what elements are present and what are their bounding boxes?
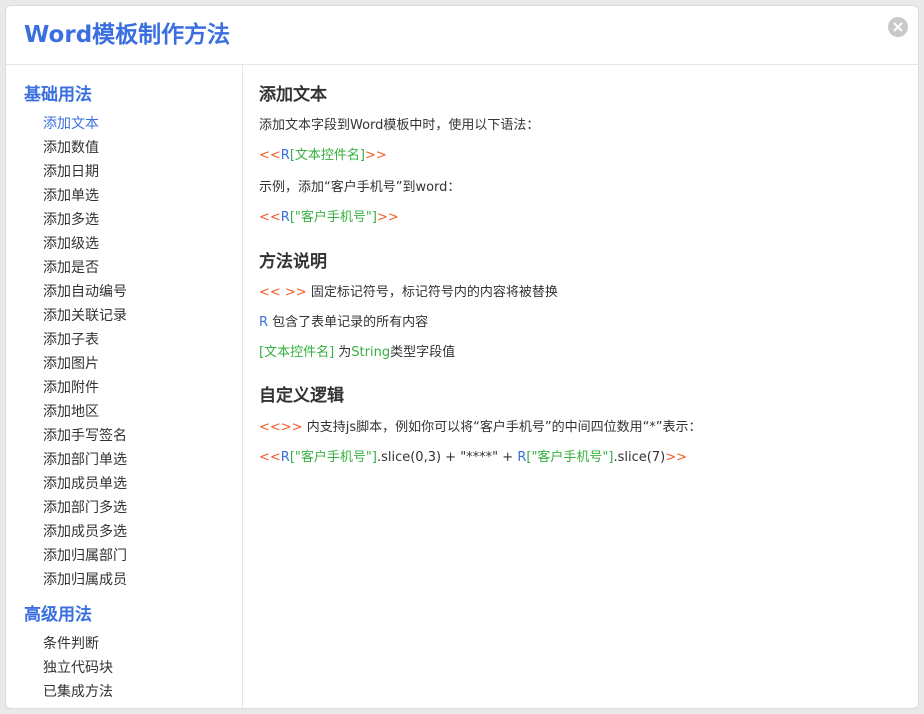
method-line-markers: << >> 固定标记符号，标记符号内的内容将被替换 [259,285,558,300]
word-template-dialog: Word模板制作方法 基础用法 添加文本 添加数值 添加日期 添加单选 添加多选… [5,5,919,709]
sidebar-item-add-subtable[interactable]: 添加子表 [43,330,99,350]
content-panel: 添加文本 添加文本字段到Word模板中时，使用以下语法： <<R[文本控件名]>… [243,65,918,708]
sidebar-item-add-related-record[interactable]: 添加关联记录 [43,306,127,326]
sidebar-item-add-text[interactable]: 添加文本 [43,114,99,134]
method-line-field: [文本控件名] 为String类型字段值 [259,345,456,360]
sidebar-item-add-dept-multi[interactable]: 添加部门多选 [43,498,127,518]
sidebar: 基础用法 添加文本 添加数值 添加日期 添加单选 添加多选 添加级选 添加是否 … [6,65,243,708]
sidebar-item-add-number[interactable]: 添加数值 [43,138,99,158]
sidebar-item-add-owner-dept[interactable]: 添加归属部门 [43,546,127,566]
section-title-add-text: 添加文本 [259,85,327,105]
sidebar-item-add-signature[interactable]: 添加手写签名 [43,426,127,446]
sidebar-section-advanced: 高级用法 [24,605,92,625]
dialog-header: Word模板制作方法 [6,6,918,65]
sidebar-item-add-multi-select[interactable]: 添加多选 [43,210,99,230]
section-title-custom-logic: 自定义逻辑 [259,386,344,406]
sidebar-item-add-owner-member[interactable]: 添加归属成员 [43,570,127,590]
example-description: 示例，添加“客户手机号”到word： [259,180,461,195]
dialog-title: Word模板制作方法 [24,22,231,48]
section-description: 添加文本字段到Word模板中时，使用以下语法： [259,118,540,133]
sidebar-item-add-member-single[interactable]: 添加成员单选 [43,474,127,494]
sidebar-item-add-attachment[interactable]: 添加附件 [43,378,99,398]
sidebar-item-add-auto-number[interactable]: 添加自动编号 [43,282,127,302]
close-icon [893,22,903,32]
section-title-method: 方法说明 [259,252,327,272]
custom-logic-description: <<>> 内支持js脚本，例如你可以将“客户手机号”的中间四位数用“*”表示： [259,420,702,435]
sidebar-item-add-cascade-select[interactable]: 添加级选 [43,234,99,254]
syntax-code: <<R[文本控件名]>> [259,148,387,163]
sidebar-item-add-yes-no[interactable]: 添加是否 [43,258,99,278]
sidebar-section-basic: 基础用法 [24,85,92,105]
sidebar-item-code-block[interactable]: 独立代码块 [43,658,113,678]
sidebar-item-condition[interactable]: 条件判断 [43,634,99,654]
custom-logic-code: <<R["客户手机号"].slice(0,3) + "****" + R["客户… [259,450,687,465]
example-code: <<R["客户手机号"]>> [259,210,399,225]
sidebar-item-add-region[interactable]: 添加地区 [43,402,99,422]
method-line-record: R 包含了表单记录的所有内容 [259,315,429,330]
sidebar-item-add-member-multi[interactable]: 添加成员多选 [43,522,127,542]
dialog-body: 基础用法 添加文本 添加数值 添加日期 添加单选 添加多选 添加级选 添加是否 … [6,65,918,708]
sidebar-item-add-date[interactable]: 添加日期 [43,162,99,182]
sidebar-item-add-dept-single[interactable]: 添加部门单选 [43,450,127,470]
sidebar-item-add-image[interactable]: 添加图片 [43,354,99,374]
sidebar-item-add-single-select[interactable]: 添加单选 [43,186,99,206]
sidebar-item-builtin-methods[interactable]: 已集成方法 [43,682,113,702]
close-button[interactable] [888,17,908,37]
